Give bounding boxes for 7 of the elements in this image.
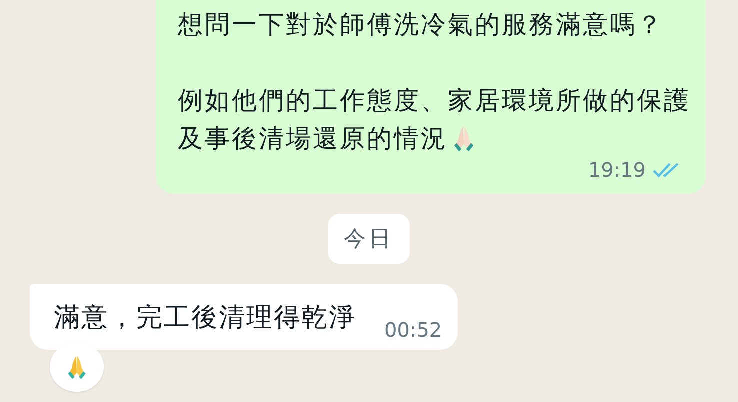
praying-hands-icon: [66, 354, 88, 380]
message-time: 19:19: [588, 158, 646, 182]
message-text: 滿意，完工後清理得乾淨: [54, 302, 356, 335]
message-text: 想問一下對於師傅洗冷氣的服務滿意嗎？: [178, 9, 665, 41]
message-text: 例如他們的工作態度、家居環境所做的保護及事後清場還原的情況: [178, 85, 692, 155]
message-time: 00:52: [384, 318, 442, 342]
reaction-bubble[interactable]: [50, 342, 104, 392]
